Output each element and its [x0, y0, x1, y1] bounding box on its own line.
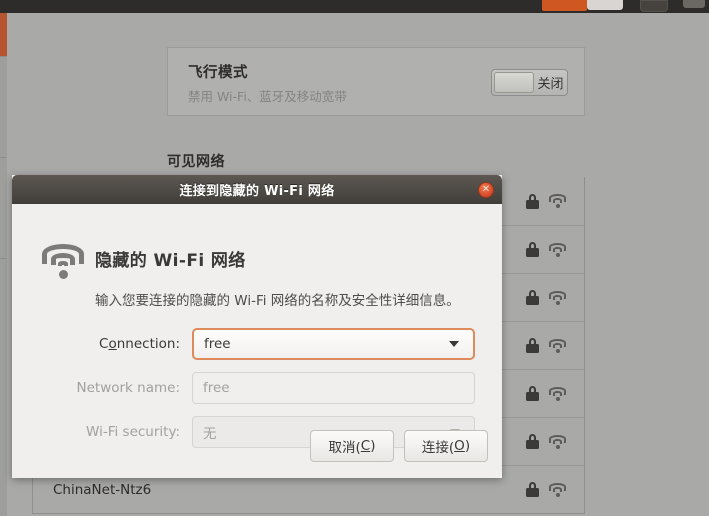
wifi-security-label: Wi-Fi security:	[86, 424, 180, 440]
network-row-icons	[526, 338, 566, 353]
network-name-field[interactable]: free	[192, 372, 475, 404]
toggle-state-label: 关闭	[537, 77, 564, 92]
network-name-value: free	[203, 380, 230, 396]
connect-button[interactable]: 连接(O)	[404, 430, 488, 462]
network-row-icons	[526, 386, 566, 401]
lock-icon	[526, 482, 539, 497]
wifi-signal-icon	[549, 242, 566, 257]
connection-dropdown[interactable]: free	[192, 328, 475, 360]
wifi-signal-icon	[549, 290, 566, 305]
network-row-icons	[526, 482, 566, 497]
connect-button-mnemonic: O	[454, 438, 465, 454]
network-row-icons	[526, 242, 566, 257]
topbar-white-button[interactable]	[587, 0, 623, 10]
dialog-description: 输入您要连接的隐藏的 Wi-Fi 网络的名称及安全性详细信息。	[95, 293, 460, 309]
lock-icon	[526, 242, 539, 257]
lock-icon	[526, 434, 539, 449]
network-name-label: Network name:	[76, 380, 181, 396]
topbar-orange-button[interactable]	[542, 0, 587, 11]
connection-label-mnemonic: o	[108, 336, 117, 352]
connection-label: Connection:	[12, 336, 192, 352]
wifi-signal-icon	[549, 434, 566, 449]
network-name-input[interactable]: free	[192, 372, 475, 404]
dialog-body: 隐藏的 Wi-Fi 网络 输入您要连接的隐藏的 Wi-Fi 网络的名称及安全性详…	[12, 204, 502, 478]
visible-networks-heading: 可见网络	[167, 154, 225, 170]
wifi-signal-icon	[549, 482, 566, 497]
airplane-mode-subtitle: 禁用 Wi-Fi、蓝牙及移动宽带	[188, 89, 347, 104]
connection-field[interactable]: free	[192, 328, 475, 360]
connection-selected-value: free	[204, 336, 231, 352]
chevron-down-icon[interactable]	[449, 341, 459, 347]
connect-button-text: 连接(	[421, 440, 455, 456]
form-row-network-name: Network name: free	[12, 366, 502, 410]
close-icon[interactable]: ✕	[478, 182, 494, 198]
dialog-titlebar[interactable]: 连接到隐藏的 Wi-Fi 网络 ✕	[12, 175, 502, 204]
cancel-button-text: 取消(	[328, 440, 361, 456]
dialog-heading: 隐藏的 Wi-Fi 网络	[95, 251, 246, 271]
cancel-button-mnemonic: C	[360, 438, 371, 454]
launcher-separator	[0, 56, 7, 57]
form-row-connection: Connection: free	[12, 322, 502, 366]
wifi-icon	[42, 244, 84, 279]
lock-icon	[526, 338, 539, 353]
wifi-signal-icon	[549, 386, 566, 401]
topbar-secondary-button[interactable]	[640, 0, 668, 12]
connect-button-text-end: )	[464, 438, 471, 454]
cancel-button[interactable]: 取消(C)	[310, 430, 394, 462]
window-topbar	[0, 0, 709, 13]
lock-icon	[526, 193, 539, 209]
airplane-mode-title: 飞行模式	[188, 65, 248, 81]
lock-icon	[526, 386, 539, 401]
unity-launcher-strip[interactable]	[0, 13, 7, 516]
lock-icon	[526, 290, 539, 305]
network-row-icons	[526, 290, 566, 305]
airplane-mode-panel: 飞行模式 禁用 Wi-Fi、蓝牙及移动宽带 关闭	[167, 47, 585, 116]
network-row-icons	[526, 434, 566, 449]
launcher-separator	[0, 258, 7, 259]
dialog-title: 连接到隐藏的 Wi-Fi 网络	[179, 184, 335, 199]
hidden-wifi-dialog: 连接到隐藏的 Wi-Fi 网络 ✕ 隐藏的 Wi-Fi 网络 输入您要连接的隐藏…	[12, 175, 502, 478]
dialog-action-buttons: 取消(C) 连接(O)	[310, 430, 488, 462]
network-name: ChinaNet-Ntz6	[53, 481, 152, 498]
wifi-signal-icon	[549, 194, 566, 208]
cancel-button-text-end: )	[370, 438, 376, 454]
toggle-knob[interactable]	[494, 72, 534, 93]
connection-label-post: nnection:	[116, 336, 180, 352]
wifi-signal-icon	[549, 338, 566, 353]
launcher-active-accent	[0, 13, 7, 56]
network-row-icons	[526, 193, 566, 209]
topbar-tertiary-button[interactable]	[683, 0, 705, 8]
airplane-mode-toggle[interactable]: 关闭	[491, 69, 568, 96]
launcher-separator	[0, 157, 7, 158]
